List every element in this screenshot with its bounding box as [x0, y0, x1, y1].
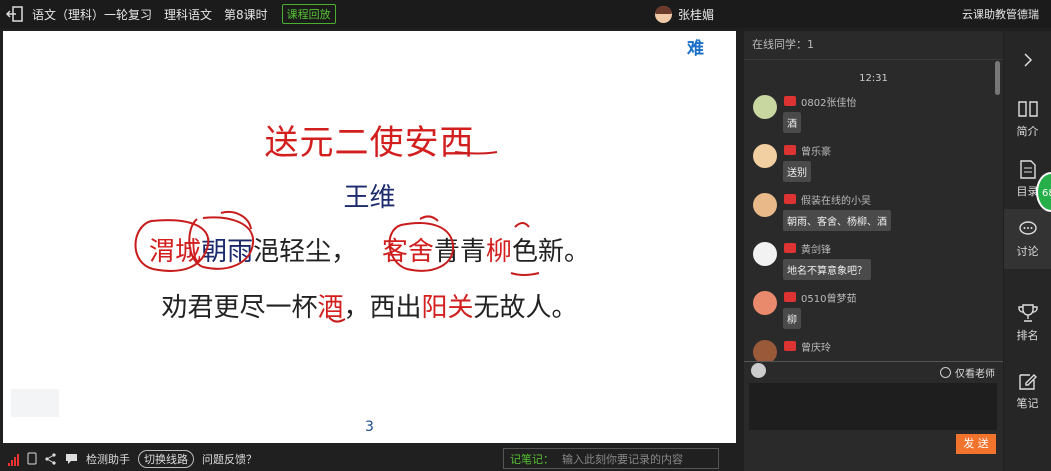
message-list[interactable]: 12:31 0802张佳怡 酒 曾乐豪 送别 假装在线的小吴 朝雨、客舍、杨柳、…: [744, 60, 1003, 362]
nav-label: 笔记: [1016, 397, 1039, 410]
side-nav: 简介 目录 讨论 排名 笔记: [1004, 31, 1051, 471]
user-name: 假装在线的小吴: [801, 196, 871, 207]
switch-line-button[interactable]: 切换线路: [138, 449, 194, 468]
slide-canvas: 难 送元二使安西 王维 渭城朝雨浥轻尘， 客舍青青柳色新。 劝君更尽一杯酒，西出…: [3, 31, 736, 443]
level-badge-icon: [784, 145, 796, 155]
only-teacher-toggle[interactable]: 仅看老师: [940, 365, 995, 380]
document-icon: [1018, 159, 1038, 179]
message-time: 12:31: [859, 73, 888, 84]
chevron-right-icon: [1023, 53, 1032, 67]
exit-icon[interactable]: [4, 3, 26, 25]
collapse-button[interactable]: [1004, 31, 1051, 89]
lesson-number: 第8课时: [224, 7, 268, 22]
teacher-avatar: [655, 5, 672, 23]
chat-message: 曾乐豪 送别: [753, 141, 1003, 190]
nav-item-intro[interactable]: 简介: [1004, 89, 1051, 149]
chat-message: 黄剑锋 地名不算意象吧？: [753, 239, 1003, 288]
chat-message: 假装在线的小吴 朝雨、客舍、杨柳、酒: [753, 190, 1003, 239]
user-avatar: [753, 291, 777, 315]
page-number: 3: [365, 419, 374, 435]
message-text: 朝雨、客舍、杨柳、酒: [783, 210, 891, 231]
level-badge-icon: [784, 194, 796, 204]
note-placeholder: 输入此刻你要记录的内容: [562, 452, 683, 466]
user-avatar: [753, 144, 777, 168]
note-label: 记笔记：: [510, 452, 554, 466]
user-avatar: [753, 242, 777, 266]
user-name: 曾乐豪: [801, 147, 831, 158]
subject-name: 理科语文: [164, 7, 213, 22]
feedback-link[interactable]: 问题反馈？: [202, 451, 257, 467]
chat-message: 0510曾梦茹 柳: [753, 288, 1003, 337]
trophy-icon: [1017, 303, 1038, 323]
user-name: 0802张佳怡: [801, 98, 857, 109]
detect-helper-button[interactable]: 检测助手: [86, 451, 130, 467]
level-badge-icon: [784, 96, 796, 106]
user-name: 黄剑锋: [801, 245, 831, 256]
user-avatar: [753, 95, 777, 119]
level-badge-icon: [784, 341, 796, 351]
bottom-toolbar: 检测助手 切换线路 问题反馈？ 记笔记： 输入此刻你要记录的内容: [0, 446, 740, 471]
book-icon: [1017, 99, 1038, 119]
send-button[interactable]: 发 送: [956, 434, 996, 454]
chat-message: 0802张佳怡 酒: [753, 92, 1003, 141]
online-count: 在线同学：1: [744, 31, 1003, 60]
message-text: 柳: [783, 308, 801, 329]
replay-badge: 课程回放: [281, 4, 336, 24]
nav-item-discuss[interactable]: 讨论: [1004, 209, 1051, 269]
message-icon[interactable]: [65, 453, 78, 464]
course-name: 语文（理科）一轮复习: [32, 7, 153, 22]
message-text: 地名不算意象吧？: [783, 259, 871, 280]
nav-label: 排名: [1016, 329, 1039, 342]
user-avatar: [753, 340, 777, 362]
nav-item-notes[interactable]: 笔记: [1004, 361, 1051, 421]
message-text: 酒: [783, 112, 801, 133]
user-avatar: [753, 193, 777, 217]
edit-note-icon: [1018, 371, 1038, 391]
emoji-icon[interactable]: [751, 363, 766, 378]
nav-item-rank[interactable]: 排名: [1004, 293, 1051, 353]
message-text: 送别: [783, 161, 811, 182]
nav-label: 简介: [1016, 125, 1039, 138]
mobile-icon[interactable]: [27, 452, 37, 465]
level-badge-icon: [784, 292, 796, 302]
chat-input[interactable]: [749, 383, 997, 430]
radio-icon[interactable]: [940, 367, 951, 378]
assistant-name: 云课助教管德瑞: [962, 8, 1039, 21]
chat-bubble-icon: [1018, 219, 1038, 239]
only-teacher-label: 仅看老师: [955, 369, 995, 380]
level-badge-icon: [784, 243, 796, 253]
divider: [744, 361, 1003, 362]
chat-message: 曾庆玲: [753, 337, 1003, 362]
signal-strength-icon: [8, 452, 19, 466]
teacher-info: 张桂媚: [655, 0, 714, 28]
user-name: 曾庆玲: [801, 343, 831, 354]
teacher-name: 张桂媚: [678, 7, 715, 22]
nav-label: 讨论: [1016, 245, 1039, 258]
chat-panel: 在线同学：1 12:31 0802张佳怡 酒 曾乐豪 送别 假装在线的小吴 朝雨…: [744, 31, 1003, 471]
note-input[interactable]: 记笔记： 输入此刻你要记录的内容: [503, 448, 719, 469]
top-bar: 语文（理科）一轮复习 理科语文 第8课时 课程回放 张桂媚 云课助教管德瑞: [0, 0, 1051, 28]
chat-scrollbar[interactable]: [995, 61, 1000, 95]
annotation-strokes: [134, 151, 540, 323]
share-icon[interactable]: [45, 452, 57, 465]
user-name: 0510曾梦茹: [801, 294, 857, 305]
